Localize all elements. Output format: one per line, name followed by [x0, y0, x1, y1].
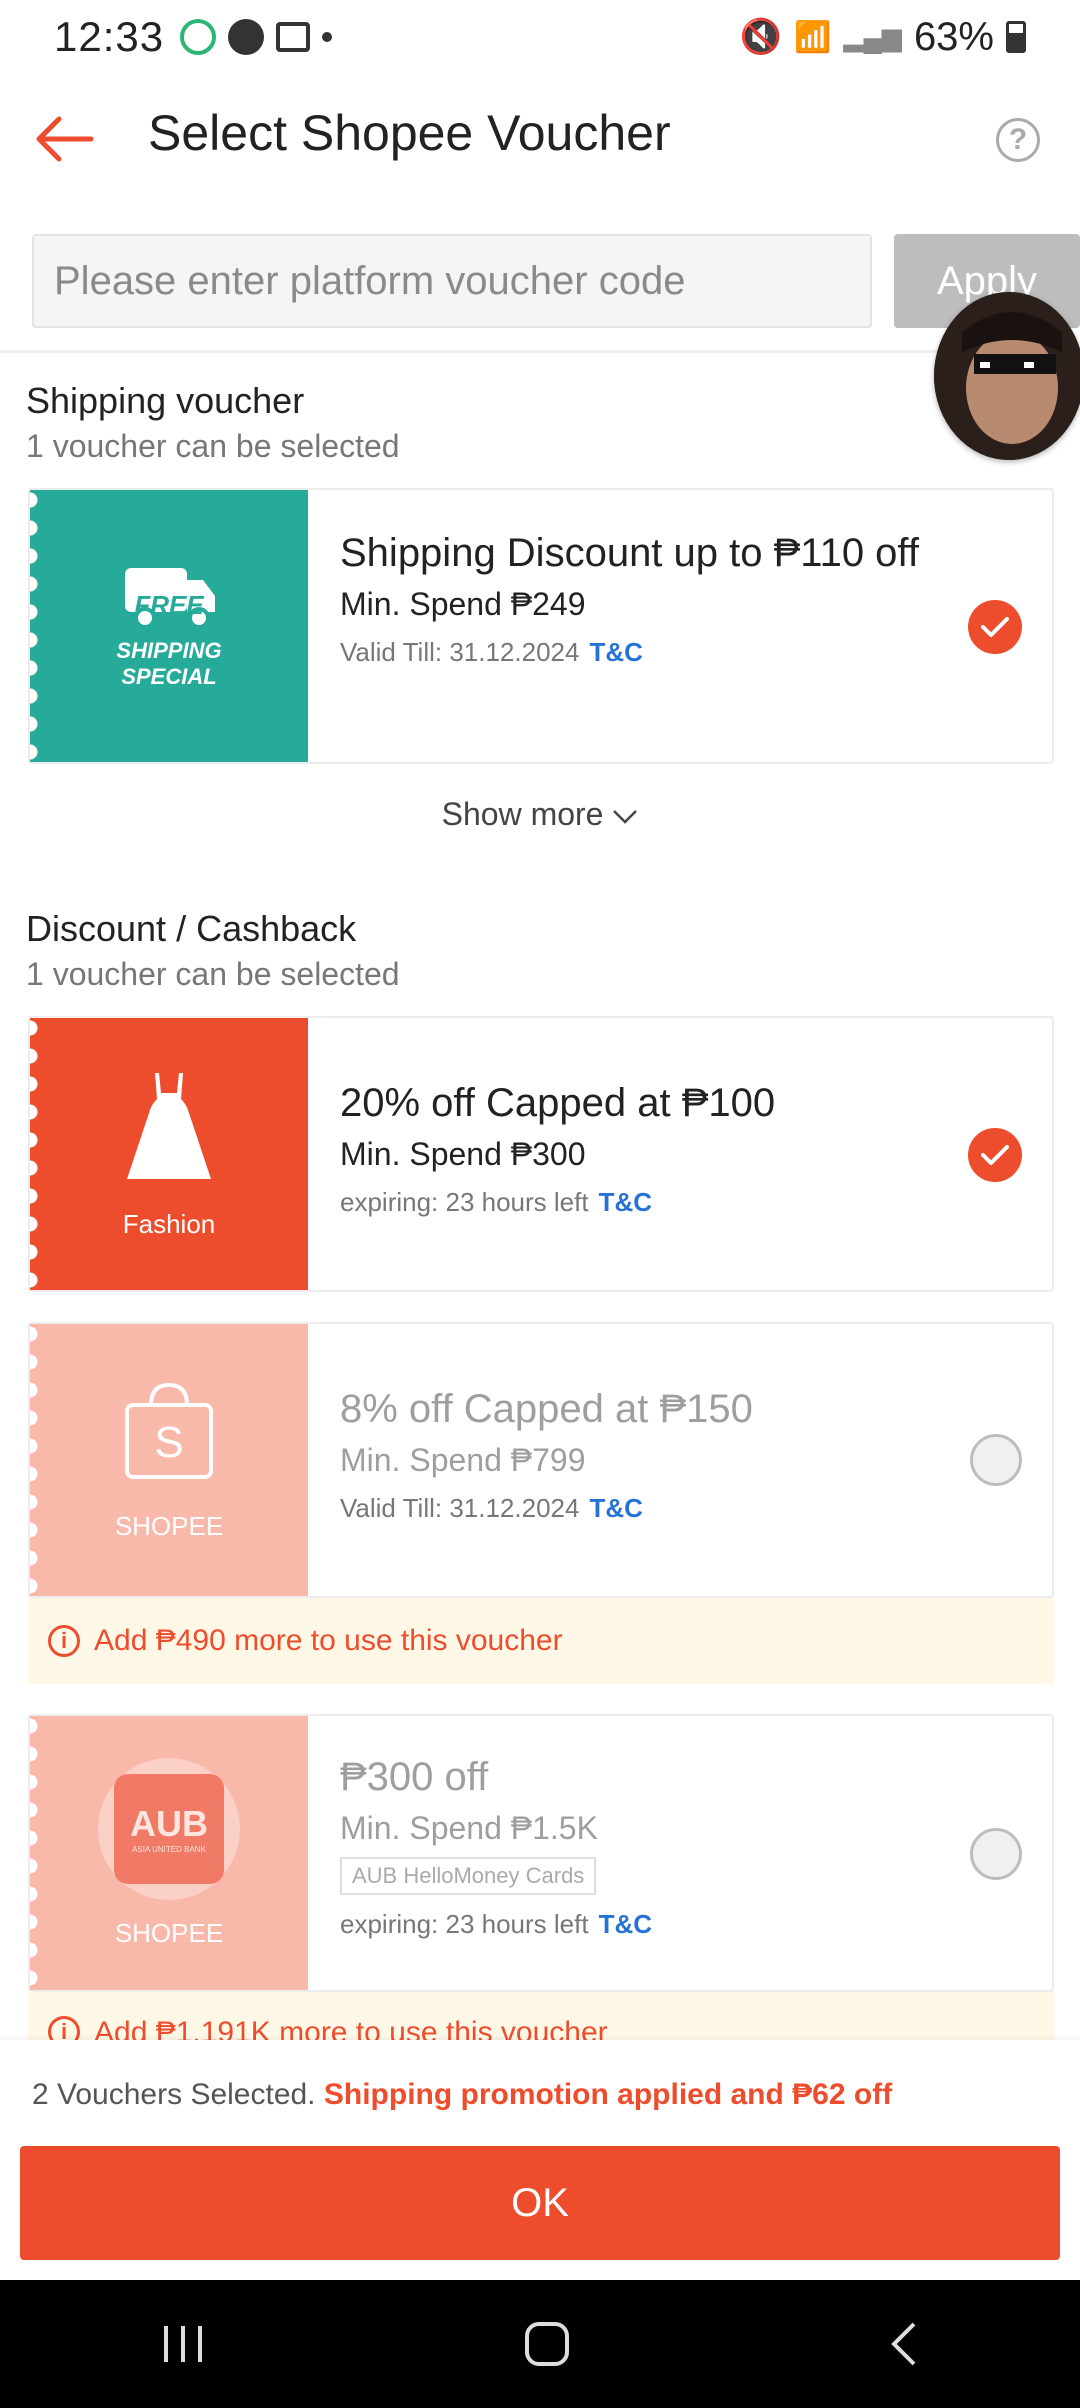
vouchers-selected-text: 2 Vouchers Selected. [32, 2078, 316, 2111]
free-text: FREE [134, 590, 204, 620]
shipping-card-body: Shipping Discount up to ₱110 off Min. Sp… [340, 528, 962, 668]
aub-validity-row: expiring: 23 hours left T&C [340, 1909, 962, 1940]
dot-icon [322, 32, 333, 42]
selected-checkbox[interactable] [968, 600, 1022, 654]
food-app-icon [180, 19, 217, 55]
selected-checkbox[interactable] [968, 1128, 1022, 1182]
fashion-min-spend: Min. Spend ₱300 [340, 1136, 586, 1172]
divider [0, 350, 1080, 353]
unselected-radio[interactable] [970, 1828, 1022, 1880]
arrow-left-icon [36, 116, 94, 162]
free-shipping-badge: FREE SHIPPING SPECIAL [30, 490, 308, 762]
shopee-min-spend: Min. Spend ₱799 [340, 1442, 586, 1478]
shipping-validity: Valid Till: 31.12.2024 [340, 637, 580, 667]
shipping-section-title: Shipping voucher [26, 380, 305, 421]
fashion-validity: expiring: 23 hours left [340, 1187, 589, 1217]
card-notch [30, 490, 38, 762]
aub-shopee-label: SHOPEE [114, 1917, 224, 1948]
fashion-voucher-card[interactable]: Fashion 20% off Capped at ₱100 Min. Spen… [28, 1016, 1054, 1292]
checkmark-icon [981, 617, 1009, 637]
app-header: Select Shopee Voucher ? [0, 74, 1080, 204]
voucher-code-row: Apply [32, 234, 1080, 328]
aub-card-body: ₱300 off Min. Spend ₱1.5K AUB HelloMoney… [340, 1752, 962, 1940]
voucher-warning: i Add ₱490 more to use this voucher [28, 1598, 1054, 1684]
tnc-link[interactable]: T&C [599, 1909, 652, 1939]
warning-text: Add ₱490 more to use this voucher [94, 1624, 563, 1657]
discount-section-subtitle: 1 voucher can be selected [26, 956, 400, 992]
fashion-card-body: 20% off Capped at ₱100 Min. Spend ₱300 e… [340, 1078, 962, 1218]
footer-bar: 2 Vouchers Selected. Shipping promotion … [0, 2040, 1080, 2280]
tnc-link[interactable]: T&C [589, 1493, 642, 1523]
home-icon[interactable] [523, 2320, 571, 2368]
shipping-validity-row: Valid Till: 31.12.2024 T&C [340, 637, 962, 668]
aub-logo-text: AUB [130, 1803, 208, 1844]
aub-voucher-card[interactable]: AUB ASIA UNITED BANK SHOPEE ₱300 off Min… [28, 1714, 1054, 1992]
voucher-code-input[interactable] [32, 234, 872, 328]
mute-icon: 🔇 [739, 18, 783, 56]
selection-summary: 2 Vouchers Selected. Shipping promotion … [32, 2078, 892, 2112]
status-bar: 12:33 🔇 📶 ▂▄▆ 63% [0, 0, 1080, 74]
fashion-card-title: 20% off Capped at ₱100 [340, 1081, 776, 1125]
aub-logo: AUB ASIA UNITED BANK [98, 1757, 240, 1900]
shopee-label: SHOPEE [114, 1510, 224, 1541]
signal-icon: ▂▄▆ [843, 21, 902, 52]
fashion-validity-row: expiring: 23 hours left T&C [340, 1187, 962, 1218]
unselected-radio[interactable] [970, 1434, 1022, 1486]
shopee-badge: S SHOPEE [30, 1324, 308, 1596]
notification-icons [180, 19, 333, 55]
aub-card-tag: AUB HelloMoney Cards [340, 1857, 597, 1895]
fashion-label: Fashion [122, 1208, 216, 1239]
shopee-card-body: 8% off Capped at ₱150 Min. Spend ₱799 Va… [340, 1384, 962, 1524]
shopee-card-title: 8% off Capped at ₱150 [340, 1387, 753, 1431]
discount-section-title: Discount / Cashback [26, 908, 357, 949]
shopee-bag-icon: S [125, 1382, 213, 1479]
checkmark-icon [981, 1145, 1009, 1165]
shipping-section-subtitle: 1 voucher can be selected [26, 428, 400, 464]
fashion-badge: Fashion [30, 1018, 308, 1290]
shopee-validity-row: Valid Till: 31.12.2024 T&C [340, 1493, 962, 1524]
system-nav-bar [0, 2280, 1080, 2408]
recent-apps-icon[interactable] [158, 2322, 208, 2366]
card-notch [30, 1716, 38, 1990]
tnc-link[interactable]: T&C [599, 1187, 652, 1217]
battery-percent: 63% [913, 14, 994, 59]
messenger-icon [228, 19, 265, 55]
page-title: Select Shopee Voucher [148, 105, 671, 161]
battery-icon [1006, 21, 1026, 53]
back-button[interactable] [30, 104, 100, 174]
aub-card-title: ₱300 off [340, 1755, 489, 1799]
aub-logo-subtext: ASIA UNITED BANK [132, 1845, 206, 1854]
status-time: 12:33 [54, 13, 165, 60]
shipping-voucher-card[interactable]: FREE SHIPPING SPECIAL Shipping Discount … [28, 488, 1054, 764]
aub-validity: expiring: 23 hours left [340, 1909, 589, 1939]
aub-badge: AUB ASIA UNITED BANK SHOPEE [30, 1716, 308, 1990]
wifi-icon: 📶 [794, 20, 832, 54]
info-icon: i [48, 1625, 80, 1657]
card-notch [30, 1324, 38, 1596]
svg-text:S: S [154, 1418, 183, 1467]
shipping-card-title: Shipping Discount up to ₱110 off [340, 531, 919, 575]
gallery-icon [276, 22, 311, 52]
shipping-min-spend: Min. Spend ₱249 [340, 586, 586, 622]
aub-min-spend: Min. Spend ₱1.5K [340, 1810, 598, 1846]
show-more-label: Show more [441, 796, 604, 832]
help-button[interactable]: ? [996, 118, 1040, 162]
promo-applied-text: Shipping promotion applied and ₱62 off [323, 2078, 893, 2111]
shopee-validity: Valid Till: 31.12.2024 [340, 1493, 580, 1523]
avatar[interactable] [934, 292, 1080, 460]
shipping-text: SHIPPING [116, 638, 222, 663]
dress-icon [127, 1072, 211, 1179]
special-text: SPECIAL [121, 664, 217, 689]
card-notch [30, 1018, 38, 1290]
shopee-voucher-card[interactable]: S SHOPEE 8% off Capped at ₱150 Min. Spen… [28, 1322, 1054, 1598]
avatar-face-icon [934, 292, 1080, 460]
back-nav-icon[interactable] [886, 2320, 922, 2368]
ok-button[interactable]: OK [20, 2146, 1060, 2260]
question-icon: ? [1008, 123, 1028, 156]
tnc-link[interactable]: T&C [589, 637, 642, 667]
chevron-down-icon [613, 810, 638, 824]
show-more-button[interactable]: Show more [0, 796, 1080, 833]
